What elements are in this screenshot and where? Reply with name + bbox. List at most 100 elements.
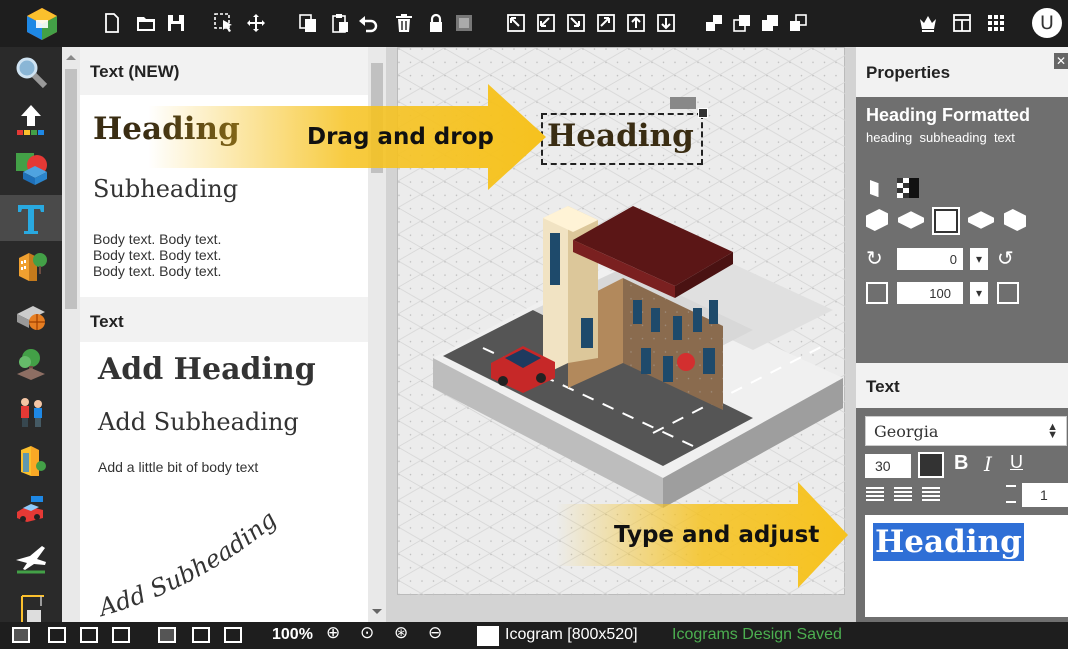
- send-up-icon[interactable]: [624, 11, 648, 35]
- tree-icon: [17, 349, 45, 380]
- align-right-icon[interactable]: [922, 487, 940, 503]
- preset-add-subheading[interactable]: Add Subheading: [98, 408, 299, 436]
- flip-horizontal-icon[interactable]: [868, 177, 890, 199]
- callout-type-adjust-label: Type and adjust: [614, 522, 820, 548]
- zoom-actual-icon[interactable]: ⊙: [360, 623, 374, 643]
- rotate-right-preset-icon[interactable]: [1004, 209, 1026, 231]
- scale-down-icon[interactable]: [866, 282, 888, 304]
- bring-forward-icon[interactable]: [730, 11, 754, 35]
- design-canvas[interactable]: Heading Drag and drop Type and adjust: [148, 47, 848, 596]
- align-bottom-left-icon[interactable]: [534, 11, 558, 35]
- scroll-down-arrow-icon[interactable]: [372, 609, 382, 614]
- snap-off-icon[interactable]: [224, 627, 242, 643]
- resize-handle[interactable]: [698, 108, 708, 118]
- text-editor[interactable]: Heading: [865, 515, 1068, 617]
- scale-input[interactable]: 100: [897, 282, 963, 304]
- delete-icon[interactable]: [392, 11, 416, 35]
- rotation-input[interactable]: 0: [897, 248, 963, 270]
- copy-icon[interactable]: [296, 11, 320, 35]
- rotate-left-alt-icon[interactable]: [898, 211, 924, 229]
- rotate-ccw-icon[interactable]: ↻: [866, 248, 888, 270]
- text-color-swatch[interactable]: [918, 452, 944, 478]
- select-tool-icon[interactable]: [212, 11, 236, 35]
- vehicle-icon: [17, 496, 43, 522]
- document-name[interactable]: Icogram [800x520]: [505, 626, 638, 644]
- preset-body-text[interactable]: Body text. Body text. Body text. Body te…: [93, 231, 221, 279]
- snap-dots-icon[interactable]: [192, 627, 210, 643]
- sidebar-scrollbar[interactable]: [62, 47, 80, 622]
- scroll-up-arrow-icon[interactable]: [66, 55, 76, 60]
- group-icon[interactable]: [452, 11, 476, 35]
- sidebar-item-shapes[interactable]: [8, 145, 54, 191]
- rotate-cw-icon[interactable]: ↺: [997, 248, 1019, 270]
- undo-icon[interactable]: [356, 11, 380, 35]
- sidebar-item-transport[interactable]: [8, 537, 54, 583]
- preset-add-heading[interactable]: Add Heading: [98, 352, 316, 387]
- sidebar-item-objects[interactable]: [8, 293, 54, 339]
- rotate-right-alt-icon[interactable]: [968, 211, 994, 229]
- city-icon: [21, 446, 46, 476]
- sidebar-item-text[interactable]: [0, 195, 62, 241]
- select-arrows-icon: ▲ ▼: [1047, 421, 1058, 441]
- preset-curved-subheading[interactable]: Add Subheading: [86, 500, 286, 622]
- view-iso-icon[interactable]: [112, 627, 130, 643]
- canvas-heading-text: Heading: [547, 118, 694, 154]
- zoom-out-icon[interactable]: ⊖: [428, 623, 442, 643]
- align-bottom-right-icon[interactable]: [564, 11, 588, 35]
- paste-icon[interactable]: [328, 11, 352, 35]
- search-icon: [16, 57, 48, 89]
- italic-button[interactable]: I: [984, 452, 992, 476]
- align-top-right-icon[interactable]: [594, 11, 618, 35]
- send-down-icon[interactable]: [654, 11, 678, 35]
- layout-icon[interactable]: [950, 11, 974, 35]
- scale-up-icon[interactable]: [997, 282, 1019, 304]
- zoom-fit-icon[interactable]: ⊛: [394, 623, 408, 643]
- sidebar-item-city[interactable]: [8, 439, 54, 485]
- user-avatar[interactable]: U: [1032, 8, 1062, 38]
- line-height-input[interactable]: 1: [1022, 483, 1068, 507]
- sidebar-item-nature[interactable]: [8, 341, 54, 387]
- construction-icon: [21, 595, 44, 624]
- preset-add-body[interactable]: Add a little bit of body text: [98, 459, 258, 475]
- zoom-in-icon[interactable]: ⊕: [326, 623, 340, 643]
- align-center-icon[interactable]: [894, 487, 912, 503]
- premium-crown-icon[interactable]: [916, 11, 940, 35]
- bold-button[interactable]: B: [954, 452, 968, 475]
- new-file-icon[interactable]: [100, 11, 124, 35]
- open-folder-icon[interactable]: [134, 11, 158, 35]
- apps-grid-icon[interactable]: [984, 11, 1008, 35]
- sidebar-item-people[interactable]: [8, 389, 54, 435]
- move-tool-icon[interactable]: [244, 11, 268, 35]
- app-logo-icon[interactable]: [24, 6, 60, 42]
- view-dots-icon[interactable]: [48, 627, 66, 643]
- opacity-icon[interactable]: [896, 177, 920, 199]
- send-to-back-icon[interactable]: [786, 11, 810, 35]
- canvas-color-swatch[interactable]: [477, 626, 499, 646]
- align-left-icon[interactable]: [866, 487, 884, 503]
- sidebar-item-vehicles[interactable]: [8, 487, 54, 533]
- font-size-input[interactable]: 30: [865, 454, 911, 478]
- close-panel-icon[interactable]: ✕: [1054, 53, 1068, 69]
- callout-drag-drop-label: Drag and drop: [307, 124, 494, 150]
- editor-selected-text[interactable]: Heading: [873, 523, 1024, 561]
- sidebar-item-upload[interactable]: [8, 97, 54, 143]
- view-grid-icon[interactable]: [12, 627, 30, 643]
- font-family-select[interactable]: Georgia ▲ ▼: [865, 416, 1067, 446]
- lock-icon[interactable]: [424, 11, 448, 35]
- rotate-front-icon[interactable]: [932, 207, 960, 235]
- rotation-dropdown-icon[interactable]: ▾: [970, 248, 988, 270]
- scrollbar-thumb[interactable]: [65, 69, 77, 309]
- rotation-presets: [866, 207, 1056, 235]
- underline-button[interactable]: U: [1010, 452, 1023, 473]
- snap-grid-icon[interactable]: [158, 627, 176, 643]
- element-toolbar-icon[interactable]: [670, 97, 696, 109]
- bring-to-front-icon[interactable]: [702, 11, 726, 35]
- align-top-left-icon[interactable]: [504, 11, 528, 35]
- send-backward-icon[interactable]: [758, 11, 782, 35]
- scale-dropdown-icon[interactable]: ▾: [970, 282, 988, 304]
- save-icon[interactable]: [164, 11, 188, 35]
- sidebar-item-buildings[interactable]: [8, 243, 54, 289]
- rotate-left-preset-icon[interactable]: [866, 209, 888, 231]
- view-lines-icon[interactable]: [80, 627, 98, 643]
- sidebar-item-search[interactable]: [8, 49, 54, 95]
